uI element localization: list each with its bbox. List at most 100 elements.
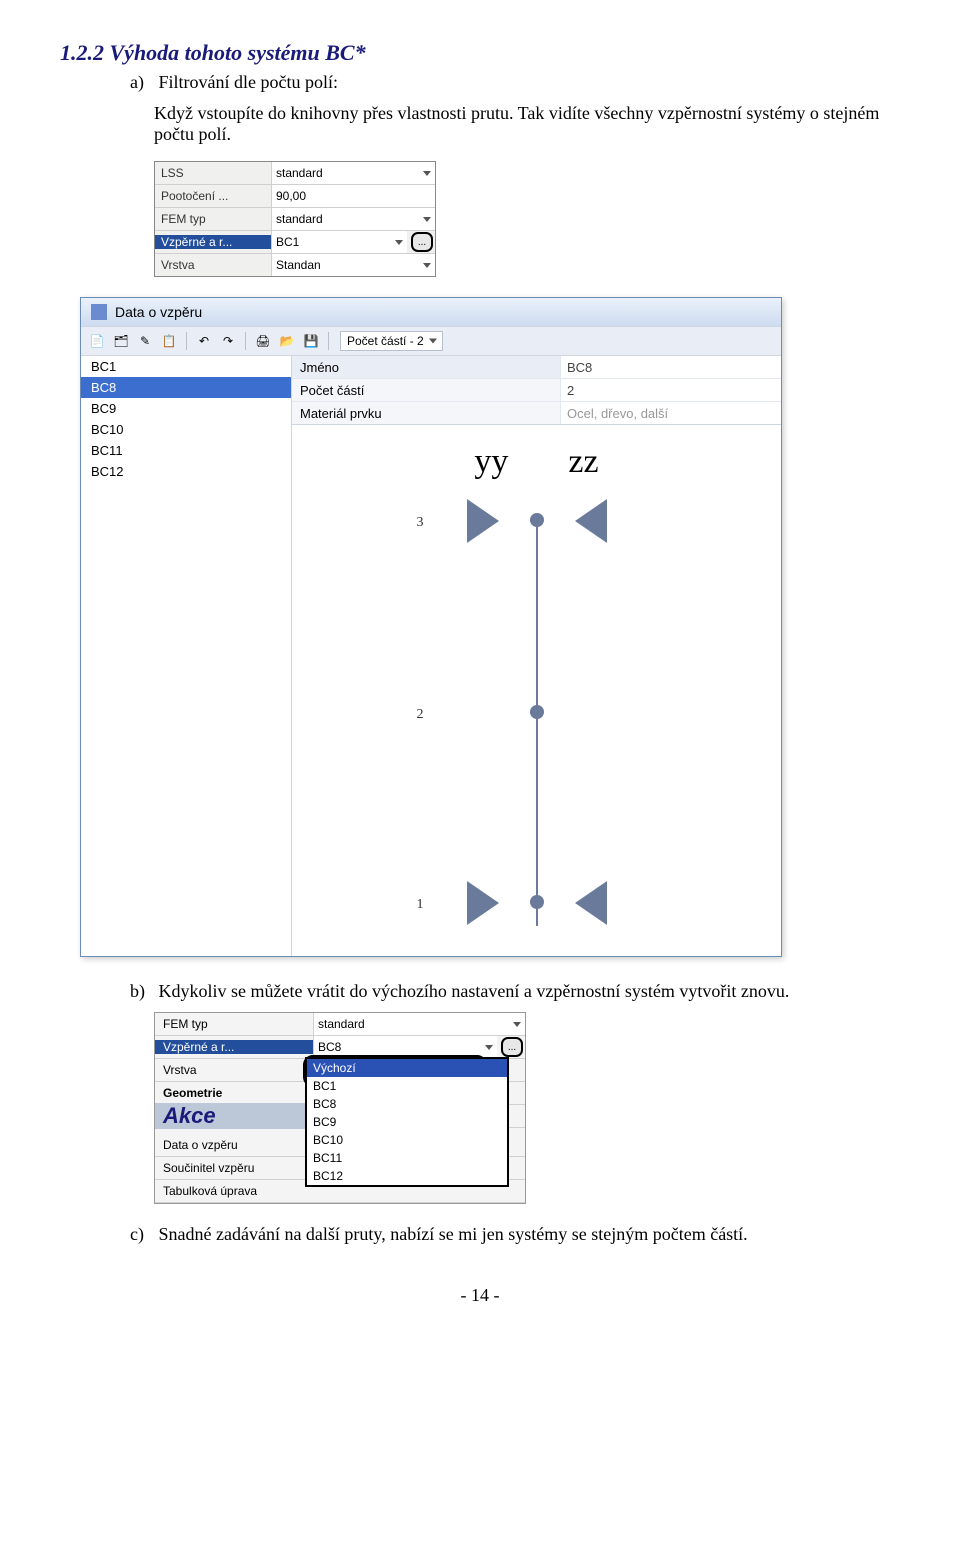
axis-label-zz: zz — [568, 443, 598, 481]
property-row[interactable]: FEM typstandard — [155, 1013, 525, 1036]
bc-list-item[interactable]: BC1 — [81, 356, 291, 377]
toolbar-copy-icon[interactable]: 📋 — [159, 331, 179, 351]
diagram-num: 1 — [417, 897, 424, 913]
list-text-c: Snadné zadávání na další pruty, nabízí s… — [159, 1224, 748, 1244]
list-item-c: c) Snadné zadávání na další pruty, nabíz… — [130, 1224, 900, 1245]
property-row[interactable]: Vzpěrné a r...BC1... — [155, 231, 435, 254]
bc-list-item[interactable]: BC10 — [81, 419, 291, 440]
property-value[interactable]: 90,00 — [271, 185, 435, 207]
dropdown-item[interactable]: BC10 — [307, 1131, 507, 1149]
list-text-a: Filtrování dle počtu polí: — [159, 72, 338, 92]
axis-label-yy: yy — [474, 443, 508, 481]
property-value[interactable]: standard — [313, 1013, 525, 1035]
dialog-toolbar: 📄 🗂 ✎ 📋 ↶ ↷ 🖨 📂 💾 Počet částí - 2 — [81, 326, 781, 356]
vzper-dialog: Data o vzpěru 📄 🗂 ✎ 📋 ↶ ↷ 🖨 📂 💾 Počet čá… — [80, 297, 782, 957]
diagram-node — [530, 705, 544, 719]
dropdown-item[interactable]: Výchozí — [307, 1059, 507, 1077]
dropdown-item[interactable]: BC11 — [307, 1149, 507, 1167]
dialog-titlebar[interactable]: Data o vzpěru — [81, 298, 781, 326]
toolbar-save-icon[interactable]: 💾 — [301, 331, 321, 351]
bc-list-item[interactable]: BC8 — [81, 377, 291, 398]
bc-properties: JménoBC8Počet částí2Materiál prvkuOcel, … — [292, 356, 781, 425]
list-letter-c: c) — [130, 1224, 154, 1245]
property-label: Materiál prvku — [292, 402, 561, 424]
diagram-support-left — [467, 881, 499, 925]
ellipsis-button[interactable]: ... — [501, 1037, 523, 1057]
mini-property-panel-2: FEM typstandardVzpěrné a r...BC8...Vrstv… — [154, 1012, 526, 1204]
property-value[interactable]: BC8 — [561, 360, 781, 375]
diagram-node — [530, 513, 544, 527]
list-item-b: b) Kdykoliv se můžete vrátit do výchozíh… — [130, 981, 900, 1002]
dropdown-item[interactable]: BC8 — [307, 1095, 507, 1113]
property-row[interactable]: Vzpěrné a r...BC8... — [155, 1036, 525, 1059]
bc-list: BC1BC8BC9BC10BC11BC12 — [81, 356, 292, 956]
dialog-title: Data o vzpěru — [115, 304, 202, 320]
property-label: Pootočení ... — [155, 189, 271, 203]
section-heading: 1.2.2 Výhoda tohoto systému BC* — [60, 40, 900, 66]
bc-list-item[interactable]: BC11 — [81, 440, 291, 461]
toolbar-edit-icon[interactable]: ✎ — [135, 331, 155, 351]
toolbar-new-icon[interactable]: 📄 — [87, 331, 107, 351]
property-row: Materiál prvkuOcel, dřevo, další — [292, 402, 781, 424]
dropdown-item[interactable]: BC1 — [307, 1077, 507, 1095]
toolbar-undo-icon[interactable]: ↶ — [194, 331, 214, 351]
mini-property-panel: LSSstandardPootočení ...90,00FEM typstan… — [154, 161, 436, 277]
buckling-diagram: yy zz 3 2 1 — [292, 425, 781, 956]
property-label: Počet částí — [292, 379, 561, 401]
bc-list-item[interactable]: BC12 — [81, 461, 291, 482]
diagram-num: 3 — [417, 515, 424, 531]
list-cont-a: Když vstoupíte do knihovny přes vlastnos… — [154, 103, 900, 145]
property-value[interactable]: BC8 — [313, 1036, 497, 1058]
diagram-support-right — [575, 881, 607, 925]
list-item-a: a) Filtrování dle počtu polí: — [130, 72, 900, 93]
dropdown-item[interactable]: BC9 — [307, 1113, 507, 1131]
bc-dropdown-open[interactable]: VýchozíBC1BC8BC9BC10BC11BC12 — [305, 1057, 509, 1187]
property-value[interactable]: 2 — [561, 383, 781, 398]
property-label: Vrstva — [155, 1063, 313, 1077]
diagram-support-left — [467, 499, 499, 543]
toolbar-tree-icon[interactable]: 🗂 — [111, 331, 131, 351]
bc-list-item[interactable]: BC9 — [81, 398, 291, 419]
property-label: Vrstva — [155, 258, 271, 272]
diagram-node — [530, 895, 544, 909]
property-value[interactable]: standard — [271, 208, 435, 230]
property-label: Data o vzpěru — [155, 1138, 313, 1152]
page-number: - 14 - — [60, 1285, 900, 1306]
property-label: Vzpěrné a r... — [155, 235, 271, 249]
ellipsis-button[interactable]: ... — [411, 232, 433, 252]
diagram-line — [536, 515, 538, 926]
list-letter-a: a) — [130, 72, 154, 93]
dropdown-item[interactable]: BC12 — [307, 1167, 507, 1185]
property-row[interactable]: LSSstandard — [155, 162, 435, 185]
property-value[interactable]: Ocel, dřevo, další — [561, 406, 781, 421]
property-label: Vzpěrné a r... — [155, 1040, 313, 1054]
toolbar-sep — [245, 332, 246, 350]
property-row[interactable]: VrstvaStandan — [155, 254, 435, 276]
property-row[interactable]: Pootočení ...90,00 — [155, 185, 435, 208]
diagram-support-right — [575, 499, 607, 543]
toolbar-redo-icon[interactable]: ↷ — [218, 331, 238, 351]
list-letter-b: b) — [130, 981, 154, 1002]
property-label: LSS — [155, 166, 271, 180]
property-row: Počet částí2 — [292, 379, 781, 402]
property-value[interactable]: BC1 — [271, 231, 407, 253]
property-row: JménoBC8 — [292, 356, 781, 379]
toolbar-open-icon[interactable]: 📂 — [277, 331, 297, 351]
property-label: Součinitel vzpěru — [155, 1161, 313, 1175]
property-label: FEM typ — [155, 212, 271, 226]
dialog-icon — [91, 304, 107, 320]
toolbar-print-icon[interactable]: 🖨 — [253, 331, 273, 351]
property-label: Tabulková úprava — [155, 1184, 313, 1198]
toolbar-sep — [328, 332, 329, 350]
list-text-b: Kdykoliv se můžete vrátit do výchozího n… — [159, 981, 790, 1001]
property-label: Jméno — [292, 356, 561, 378]
toolbar-filter-dropdown[interactable]: Počet částí - 2 — [340, 331, 443, 351]
property-label: Geometrie — [155, 1086, 313, 1100]
property-label: Akce — [155, 1103, 313, 1129]
toolbar-sep — [186, 332, 187, 350]
property-value[interactable]: Standan — [271, 254, 435, 276]
property-label: FEM typ — [155, 1017, 313, 1031]
property-row[interactable]: FEM typstandard — [155, 208, 435, 231]
diagram-num: 2 — [417, 707, 424, 723]
property-value[interactable]: standard — [271, 162, 435, 184]
